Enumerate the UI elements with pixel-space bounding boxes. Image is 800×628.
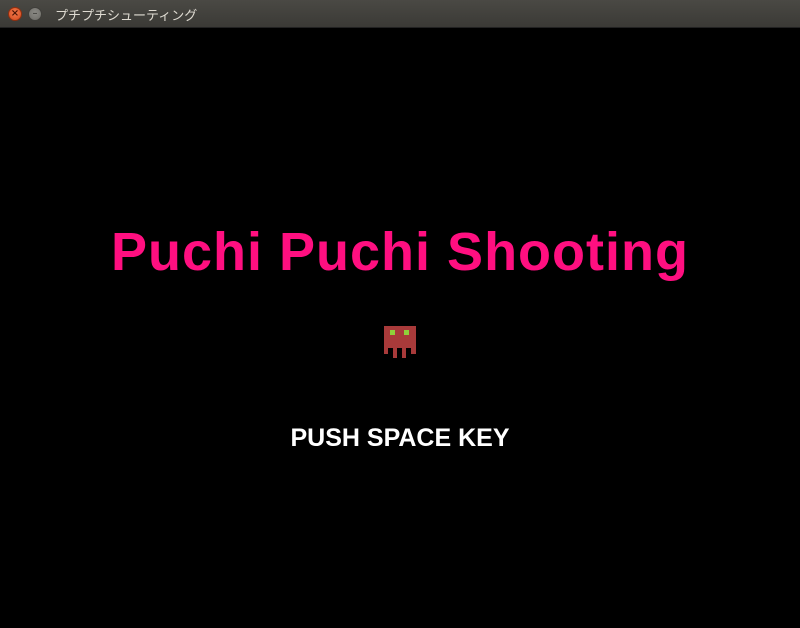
enemy-eye-left <box>390 330 395 335</box>
close-icon[interactable]: × <box>8 7 22 21</box>
enemy-head <box>384 326 416 348</box>
window-title: プチプチシューティング <box>55 9 198 24</box>
enemy-tentacle <box>393 348 397 358</box>
enemy-tentacle <box>402 348 406 358</box>
enemy-eye-right <box>404 330 409 335</box>
octopus-enemy-icon <box>384 326 416 358</box>
minimize-icon[interactable]: – <box>28 7 42 21</box>
enemy-tentacle <box>411 348 416 354</box>
window-titlebar[interactable]: × – プチプチシューティング <box>0 0 800 28</box>
push-space-prompt: PUSH SPACE KEY <box>290 424 510 452</box>
game-title: Puchi Puchi Shooting <box>111 222 689 282</box>
enemy-tentacle <box>384 348 388 354</box>
game-window: × – プチプチシューティング Puchi Puchi Shooting PUS… <box>0 0 800 628</box>
game-canvas[interactable]: Puchi Puchi Shooting PUSH SPACE KEY <box>0 28 800 628</box>
